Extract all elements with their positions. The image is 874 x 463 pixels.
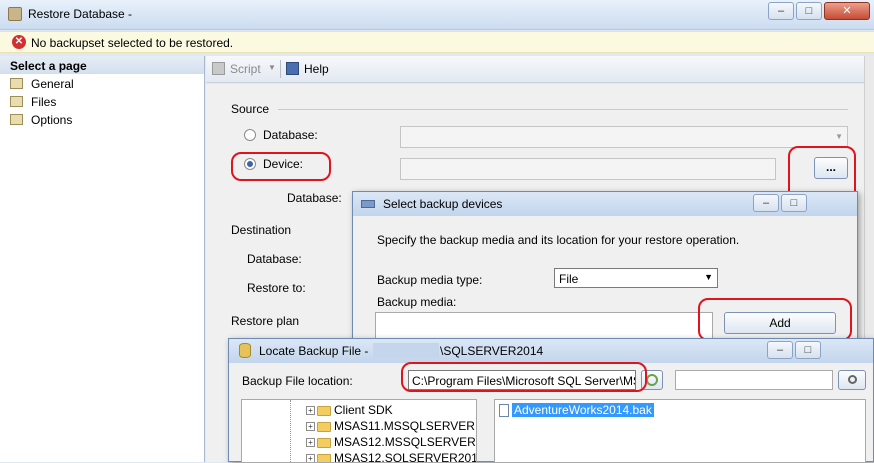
- database-radio[interactable]: [244, 129, 256, 141]
- page-item-options[interactable]: Options: [10, 112, 130, 129]
- device-database-label: Database:: [287, 191, 342, 205]
- toolbar-separator: [280, 60, 281, 78]
- media-type-value: File: [559, 272, 579, 286]
- help-button[interactable]: Help: [284, 59, 334, 79]
- location-input[interactable]: C:\Program Files\Microsoft SQL Server\MS…: [408, 370, 636, 390]
- minimize-button[interactable]: –: [753, 194, 779, 212]
- destination-database-label: Database:: [247, 252, 302, 266]
- locate-title-prefix: Locate Backup File -: [259, 344, 369, 358]
- app-icon: [8, 7, 22, 21]
- restore-to-label: Restore to:: [247, 281, 306, 295]
- file-list[interactable]: AdventureWorks2014.bak: [494, 399, 866, 463]
- close-button[interactable]: ✕: [824, 2, 870, 20]
- tree-item-label: MSAS12.SQLSERVER2014: [334, 451, 477, 463]
- expand-icon: +: [306, 422, 315, 432]
- page-item-label: Files: [31, 95, 57, 109]
- page-wrench-icon: [10, 78, 23, 89]
- folder-browse-button[interactable]: [641, 370, 663, 390]
- help-icon: [286, 62, 299, 75]
- browse-device-button[interactable]: ...: [814, 157, 848, 179]
- toolbar: Script ▼ Help: [206, 56, 874, 83]
- location-value: C:\Program Files\Microsoft SQL Server\MS…: [412, 374, 636, 388]
- redacted-server-name: [373, 343, 439, 358]
- tree-item[interactable]: + Client SDK: [306, 403, 393, 417]
- expand-icon: +: [306, 406, 315, 416]
- error-icon: ✕: [12, 35, 26, 49]
- chevron-down-icon: ▼: [704, 272, 713, 282]
- media-type-label: Backup media type:: [377, 273, 483, 287]
- page-item-files[interactable]: Files: [10, 94, 130, 111]
- error-message: No backupset selected to be restored.: [31, 36, 234, 50]
- script-icon: [212, 62, 225, 75]
- chevron-down-icon: ▼: [835, 132, 843, 141]
- tree-item[interactable]: + MSAS12.MSSQLSERVER: [306, 435, 476, 449]
- dialog-title-bar: Locate Backup File - \SQLSERVER2014 – □: [229, 339, 873, 363]
- file-item[interactable]: AdventureWorks2014.bak: [499, 403, 654, 418]
- tree-item-label: MSAS11.MSSQLSERVER: [334, 419, 475, 433]
- maximize-button[interactable]: □: [795, 341, 821, 359]
- file-item-label: AdventureWorks2014.bak: [512, 403, 654, 417]
- select-backup-devices-dialog: Select backup devices – □ Specify the ba…: [352, 191, 858, 352]
- location-label: Backup File location:: [242, 374, 353, 388]
- file-filter-input[interactable]: [675, 370, 833, 390]
- expand-icon: +: [306, 438, 315, 448]
- locate-backup-file-dialog: Locate Backup File - \SQLSERVER2014 – □ …: [228, 338, 874, 463]
- restore-plan-heading: Restore plan: [231, 314, 300, 328]
- window-title: Restore Database -: [28, 7, 133, 21]
- refresh-icon: [646, 374, 658, 386]
- folder-icon: [317, 421, 331, 432]
- error-bar: ✕ No backupset selected to be restored.: [0, 31, 874, 53]
- tree-guide: [290, 400, 291, 462]
- page-list: Select a page General Files Options: [0, 56, 205, 462]
- page-item-general[interactable]: General: [10, 76, 130, 93]
- page-wrench-icon: [10, 96, 23, 107]
- dialog-title-bar: Select backup devices – □: [353, 192, 857, 216]
- divider: [278, 109, 848, 110]
- search-icon: [847, 375, 857, 384]
- script-button[interactable]: Script ▼: [210, 59, 278, 79]
- script-label: Script: [230, 62, 261, 76]
- maximize-button[interactable]: □: [781, 194, 807, 212]
- page-item-label: General: [31, 77, 74, 91]
- select-backup-title: Select backup devices: [383, 197, 503, 211]
- add-button[interactable]: Add: [724, 312, 836, 334]
- select-backup-description: Specify the backup media and its locatio…: [377, 233, 740, 247]
- source-database-dropdown[interactable]: ▼: [400, 126, 848, 148]
- media-type-dropdown[interactable]: File ▼: [554, 268, 718, 288]
- search-button[interactable]: [838, 370, 866, 390]
- device-field[interactable]: [400, 158, 776, 180]
- tree-item-label: MSAS12.MSSQLSERVER: [334, 435, 476, 449]
- source-heading: Source: [231, 102, 270, 116]
- database-icon: [239, 343, 251, 358]
- page-wrench-icon: [10, 114, 23, 125]
- page-item-label: Options: [31, 113, 73, 127]
- source-database-label: Database:: [263, 128, 318, 142]
- destination-heading: Destination: [231, 223, 292, 237]
- tree-item[interactable]: + MSAS12.SQLSERVER2014: [306, 451, 477, 463]
- chevron-down-icon: ▼: [268, 63, 276, 72]
- page-list-header: Select a page: [0, 56, 204, 74]
- maximize-button[interactable]: □: [796, 2, 822, 20]
- minimize-button[interactable]: –: [767, 341, 793, 359]
- minimize-button[interactable]: –: [768, 2, 794, 20]
- help-label: Help: [304, 62, 329, 76]
- tree-item-label: Client SDK: [334, 403, 393, 417]
- tree-item[interactable]: + MSAS11.MSSQLSERVER: [306, 419, 475, 433]
- folder-icon: [317, 437, 331, 448]
- folder-icon: [317, 405, 331, 416]
- folder-tree[interactable]: + Client SDK + MSAS11.MSSQLSERVER + MSAS12.…: [241, 399, 477, 463]
- dialog-icon: [361, 200, 375, 208]
- device-label: Device:: [263, 157, 304, 171]
- media-label: Backup media:: [377, 295, 457, 309]
- device-radio[interactable]: [244, 158, 256, 170]
- title-bar: Restore Database - – □ ✕: [0, 0, 874, 30]
- file-icon: [499, 404, 509, 418]
- locate-title-suffix: \SQLSERVER2014: [440, 344, 544, 358]
